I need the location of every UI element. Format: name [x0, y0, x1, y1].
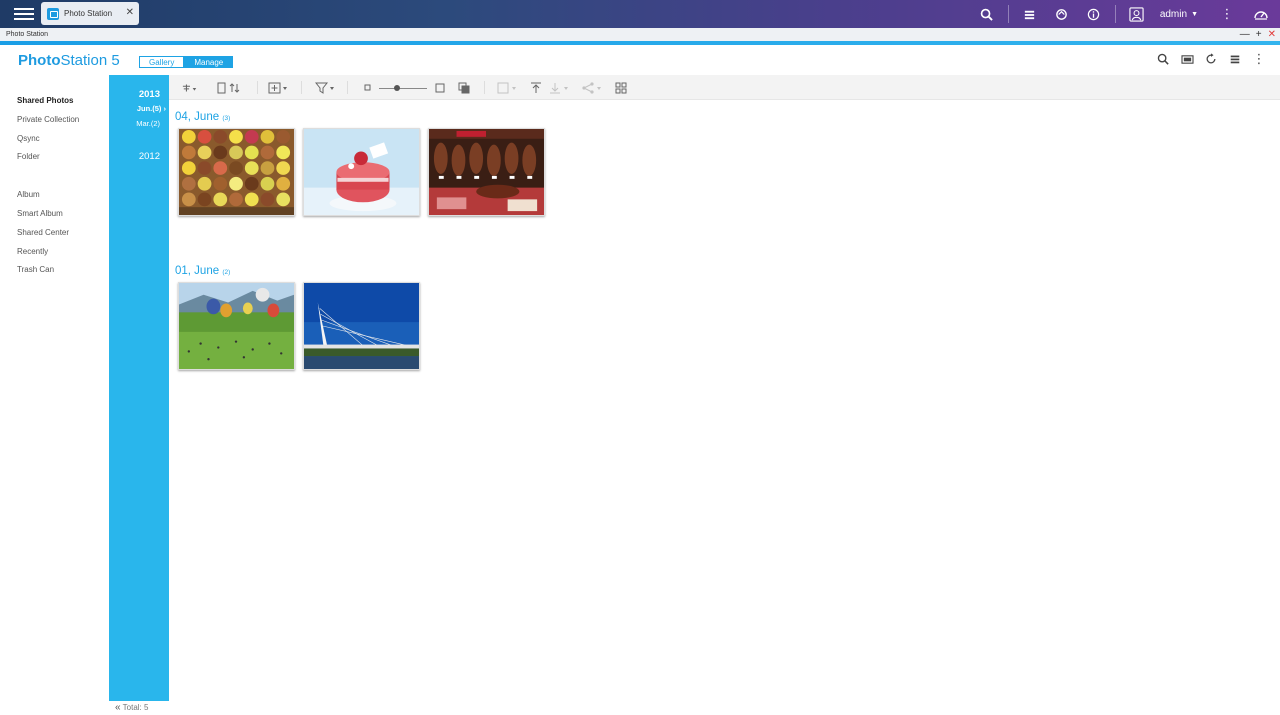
- upload-menu-icon[interactable]: [182, 81, 198, 94]
- download-icon: [549, 81, 569, 94]
- fullscreen-icon[interactable]: [458, 81, 470, 94]
- background-tasks-icon[interactable]: [1019, 3, 1041, 25]
- maximize-icon[interactable]: +: [1256, 28, 1262, 41]
- sidebar-item-private-collection[interactable]: Private Collection: [0, 111, 109, 130]
- logo-bold: Photo: [18, 52, 61, 69]
- slideshow-icon[interactable]: [1180, 52, 1194, 66]
- status-footer: « Total: 5: [109, 701, 1280, 715]
- window-title-bar: Photo Station — + ✕: [0, 28, 1280, 41]
- total-count: Total: 5: [122, 703, 149, 712]
- tab-close-icon[interactable]: ✕: [126, 7, 134, 18]
- mode-switch: Gallery Manage: [139, 56, 234, 68]
- pink-macaron-cake-photo[interactable]: [303, 128, 420, 216]
- sidebar-item-recently[interactable]: Recently: [0, 243, 109, 262]
- copy-to-icon: [497, 81, 517, 94]
- photo-group-04-june: 04, June (3): [175, 111, 545, 216]
- timeline-month-mar[interactable]: Mar.(2): [136, 119, 160, 128]
- user-name: admin: [1159, 8, 1188, 20]
- search-icon[interactable]: [976, 3, 998, 25]
- user-avatar-icon[interactable]: [1126, 3, 1148, 25]
- share-icon: [582, 81, 602, 94]
- minimize-icon[interactable]: —: [1240, 28, 1250, 41]
- group-date: 04, June: [175, 111, 220, 123]
- sidebar-item-qsync[interactable]: Qsync: [0, 130, 109, 149]
- logo-rest: Station 5: [60, 52, 120, 69]
- info-icon[interactable]: [1083, 3, 1105, 25]
- app-tab-photo-station[interactable]: Photo Station ✕: [41, 2, 139, 25]
- window-title: Photo Station: [6, 31, 49, 38]
- group-date: 01, June: [175, 265, 220, 277]
- photo-group-01-june: 01, June (2): [175, 265, 420, 370]
- upload-icon[interactable]: [530, 81, 542, 94]
- sidebar-item-shared-photos[interactable]: Shared Photos: [0, 92, 109, 111]
- user-menu[interactable]: admin ▼: [1160, 9, 1198, 20]
- small-thumbnail-icon[interactable]: [364, 81, 371, 94]
- search-icon[interactable]: [1156, 52, 1170, 66]
- main-menu-icon[interactable]: [14, 5, 34, 23]
- view-mode-icon[interactable]: [268, 81, 288, 94]
- refresh-icon[interactable]: [1204, 52, 1218, 66]
- group-count: (2): [222, 269, 231, 276]
- large-thumbnail-icon[interactable]: [435, 81, 445, 94]
- sidebar-item-shared-center[interactable]: Shared Center: [0, 224, 109, 243]
- group-date-title: 04, June (3): [175, 111, 545, 123]
- sidebar: Shared Photos Private Collection Qsync F…: [0, 92, 109, 280]
- divider: [1007, 5, 1009, 23]
- filter-icon[interactable]: [315, 81, 335, 94]
- sync-icon[interactable]: [1051, 3, 1073, 25]
- background-tasks-icon[interactable]: [1228, 52, 1242, 66]
- accent-line: [0, 41, 1280, 45]
- photo-station-app-icon: [47, 7, 59, 20]
- mode-manage-button[interactable]: Manage: [184, 56, 234, 68]
- close-icon[interactable]: ✕: [1268, 28, 1276, 41]
- select-all-icon[interactable]: [615, 81, 627, 94]
- sort-icon[interactable]: [217, 81, 243, 94]
- mode-gallery-button[interactable]: Gallery: [139, 56, 185, 68]
- more-options-icon[interactable]: ⋮: [1252, 51, 1266, 66]
- sidebar-item-album[interactable]: Album: [0, 186, 109, 205]
- collapse-icon[interactable]: «: [115, 702, 121, 713]
- ham-shop-photo[interactable]: [428, 128, 545, 216]
- app-tab-label: Photo Station: [64, 9, 113, 18]
- timeline-year-2012[interactable]: 2012: [139, 151, 160, 162]
- timeline-month-jun[interactable]: Jun.(5) ›: [137, 104, 166, 113]
- dashboard-icon[interactable]: [1250, 3, 1272, 25]
- timeline-year-2013[interactable]: 2013: [139, 89, 160, 100]
- bridge-photo[interactable]: [303, 282, 420, 370]
- more-options-icon[interactable]: ⋮: [1216, 3, 1238, 25]
- thumbnail-size-slider[interactable]: [379, 88, 427, 89]
- group-count: (3): [222, 115, 231, 122]
- divider: [1114, 5, 1116, 23]
- sidebar-item-folder[interactable]: Folder: [0, 148, 109, 167]
- sidebar-item-trash-can[interactable]: Trash Can: [0, 261, 109, 280]
- slider-knob[interactable]: [394, 85, 400, 91]
- macarons-photo[interactable]: [178, 128, 295, 216]
- os-taskbar: Photo Station ✕ admin ▼ ⋮: [0, 0, 1280, 28]
- chevron-down-icon: ▼: [1191, 10, 1198, 18]
- hot-air-balloons-photo[interactable]: [178, 282, 295, 370]
- app-logo: PhotoStation 5: [18, 52, 120, 69]
- group-date-title: 01, June (2): [175, 265, 420, 277]
- sidebar-item-smart-album[interactable]: Smart Album: [0, 205, 109, 224]
- timeline-panel: 2013 Jun.(5) › Mar.(2) 2012: [109, 75, 169, 701]
- toolbar: [169, 75, 1280, 100]
